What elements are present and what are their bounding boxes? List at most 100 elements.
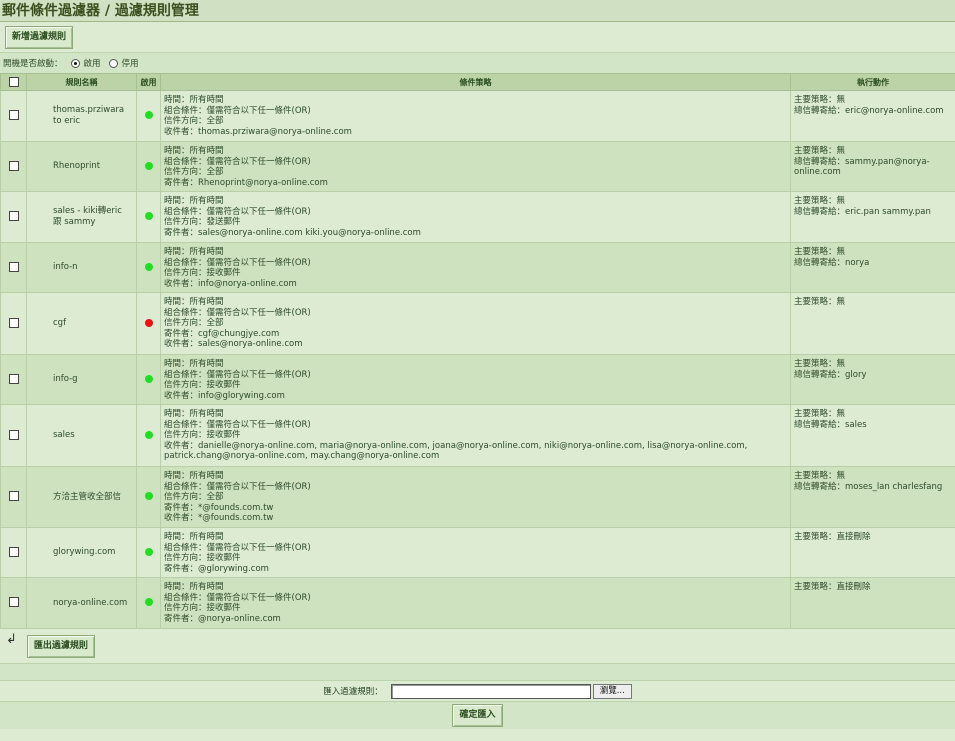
enabled-status-icon xyxy=(144,547,153,556)
action-line: 主要策略：無 xyxy=(794,409,846,419)
header-enabled: 啟用 xyxy=(136,73,161,91)
condition-line: 信件方向：接收郵件 xyxy=(164,430,241,441)
condition-line: 時間：所有時間 xyxy=(164,146,224,156)
header-condition: 條件策略 xyxy=(160,73,791,91)
rule-enabled-cell xyxy=(136,191,161,243)
action-line: 主要策略：無 xyxy=(794,297,846,307)
table-row: 方洽主管收全部信 時間：所有時間 組合條件：僅需符合以下任一條件(OR) 信件方向：全… xyxy=(0,466,955,528)
row-checkbox[interactable] xyxy=(8,211,19,222)
browse-button[interactable]: 瀏覽... xyxy=(592,683,632,699)
table-row: glorywing.com 時間：所有時間 組合條件：僅需符合以下任一條件(OR) 信… xyxy=(0,527,955,578)
rule-conditions: 時間：所有時間 組合條件：僅需符合以下任一條件(OR) 信件方向：接收郵件 寄件者：@… xyxy=(160,527,791,578)
condition-line: 組合條件：僅需符合以下任一條件(OR) xyxy=(164,481,311,492)
enabled-status-icon xyxy=(144,492,153,501)
status-off-label: 停用 xyxy=(121,59,139,69)
status-on-label: 啟用 xyxy=(83,59,101,69)
rule-enabled-cell xyxy=(136,242,161,293)
action-line: 總信轉寄給：eric.pan sammy.pan xyxy=(794,206,931,217)
action-line: 總信轉寄給：eric@norya-online.com xyxy=(794,105,944,116)
import-row: 匯入過濾規則： 瀏覽... xyxy=(0,680,955,701)
row-checkbox[interactable] xyxy=(8,491,19,502)
enabled-status-icon xyxy=(144,212,153,221)
condition-line: 時間：所有時間 xyxy=(164,409,224,419)
condition-line: 組合條件：僅需符合以下任一條件(OR) xyxy=(164,206,311,217)
row-checkbox[interactable] xyxy=(8,261,19,272)
rule-conditions: 時間：所有時間 組合條件：僅需符合以下任一條件(OR) 信件方向：全部 寄件者：Rhe… xyxy=(160,141,791,192)
condition-line: 時間：所有時間 xyxy=(164,95,224,105)
condition-line: 信件方向：全部 xyxy=(164,167,224,178)
rule-name[interactable]: glorywing.com xyxy=(26,527,137,578)
header-action: 執行動作 xyxy=(790,73,955,91)
export-rules-button[interactable]: 匯出過濾規則 xyxy=(26,634,95,658)
condition-line: 收件者：thomas.prziwara@norya-online.com xyxy=(164,126,352,137)
confirm-row: 確定匯入 xyxy=(0,701,955,729)
row-checkbox[interactable] xyxy=(8,429,19,440)
table-row: norya-online.com 時間：所有時間 組合條件：僅需符合以下任一條件(O… xyxy=(0,577,955,629)
rule-name[interactable]: info-n xyxy=(26,242,137,293)
action-line: 總信轉寄給：sales xyxy=(794,419,867,430)
condition-line: 時間：所有時間 xyxy=(164,532,224,542)
condition-line: 收件者：info@glorywing.com xyxy=(164,390,285,401)
condition-line: 收件者：sales@norya-online.com xyxy=(164,339,303,350)
rule-actions: 主要策略：無 總信轉寄給：eric@norya-online.com xyxy=(790,90,955,142)
row-checkbox[interactable] xyxy=(8,597,19,608)
row-checkbox[interactable] xyxy=(8,546,19,557)
row-checkbox[interactable] xyxy=(8,317,19,328)
table-row: Rhenoprint 時間：所有時間 組合條件：僅需符合以下任一條件(OR) 信件方向… xyxy=(0,141,955,192)
rule-name[interactable]: cgf xyxy=(26,292,137,355)
toolbar: 新增過濾規則 xyxy=(0,22,955,52)
condition-line: 收件者：*@founds.com.tw xyxy=(164,513,274,524)
enabled-status-icon xyxy=(144,374,153,383)
row-checkbox[interactable] xyxy=(8,160,19,171)
rule-enabled-cell xyxy=(136,292,161,355)
condition-line: 時間：所有時間 xyxy=(164,247,224,257)
rule-name[interactable]: 方洽主管收全部信 xyxy=(26,466,137,528)
row-checkbox[interactable] xyxy=(8,373,19,384)
condition-line: 組合條件：僅需符合以下任一條件(OR) xyxy=(164,419,311,430)
rule-actions: 主要策略：無 總信轉寄給：sammy.pan@norya-online.com xyxy=(790,141,955,192)
condition-line: 信件方向：全部 xyxy=(164,116,224,127)
row-select-cell xyxy=(0,354,27,405)
condition-line: 組合條件：僅需符合以下任一條件(OR) xyxy=(164,307,311,318)
return-arrow-icon[interactable]: ↲ xyxy=(6,633,17,646)
rule-enabled-cell xyxy=(136,404,161,467)
import-file-input[interactable] xyxy=(390,683,591,699)
action-line: 主要策略：直接刪除 xyxy=(794,532,871,542)
status-on-radio[interactable] xyxy=(70,58,80,68)
rule-name[interactable]: thomas.prziwara to eric xyxy=(26,90,137,142)
status-off-radio[interactable] xyxy=(108,58,118,68)
condition-line: 組合條件：僅需符合以下任一條件(OR) xyxy=(164,156,311,167)
condition-line: 寄件者：*@founds.com.tw xyxy=(164,502,274,513)
condition-line: 時間：所有時間 xyxy=(164,471,224,481)
rule-actions: 主要策略：直接刪除 xyxy=(790,577,955,629)
row-checkbox[interactable] xyxy=(8,110,19,121)
rule-name[interactable]: info-g xyxy=(26,354,137,405)
rule-enabled-cell xyxy=(136,141,161,192)
condition-line: 組合條件：僅需符合以下任一條件(OR) xyxy=(164,592,311,603)
spacer-band xyxy=(0,663,955,680)
condition-line: 寄件者：Rhenoprint@norya-online.com xyxy=(164,177,328,188)
enabled-status-icon xyxy=(144,598,153,607)
action-line: 主要策略：直接刪除 xyxy=(794,582,871,592)
rule-name[interactable]: sales - kiki轉eric 跟 sammy xyxy=(26,191,137,243)
import-label: 匯入過濾規則： xyxy=(323,687,383,697)
confirm-import-button[interactable]: 確定匯入 xyxy=(452,704,503,727)
select-all-checkbox[interactable] xyxy=(8,77,19,87)
condition-line: 時間：所有時間 xyxy=(164,196,224,206)
table-row: info-g 時間：所有時間 組合條件：僅需符合以下任一條件(OR) 信件方向：接收郵… xyxy=(0,354,955,405)
condition-line: 收件者：danielle@norya-online.com, maria@nor… xyxy=(164,440,748,462)
table-row: sales 時間：所有時間 組合條件：僅需符合以下任一條件(OR) 信件方向：接收郵件… xyxy=(0,404,955,467)
table-row: cgf 時間：所有時間 組合條件：僅需符合以下任一條件(OR) 信件方向：全部 寄件者：… xyxy=(0,292,955,355)
rule-enabled-cell xyxy=(136,90,161,142)
page-title: 郵件條件過濾器 / 過濾規則管理 xyxy=(0,0,955,22)
row-select-cell xyxy=(0,292,27,355)
rule-actions: 主要策略：無 總信轉寄給：norya xyxy=(790,242,955,293)
row-select-cell xyxy=(0,404,27,467)
rule-name[interactable]: Rhenoprint xyxy=(26,141,137,192)
rule-name[interactable]: norya-online.com xyxy=(26,577,137,629)
condition-line: 信件方向：全部 xyxy=(164,318,224,329)
condition-line: 信件方向：接收郵件 xyxy=(164,553,241,564)
add-rule-button[interactable]: 新增過濾規則 xyxy=(5,25,74,49)
rule-name[interactable]: sales xyxy=(26,404,137,467)
action-line: 主要策略：無 xyxy=(794,146,846,156)
